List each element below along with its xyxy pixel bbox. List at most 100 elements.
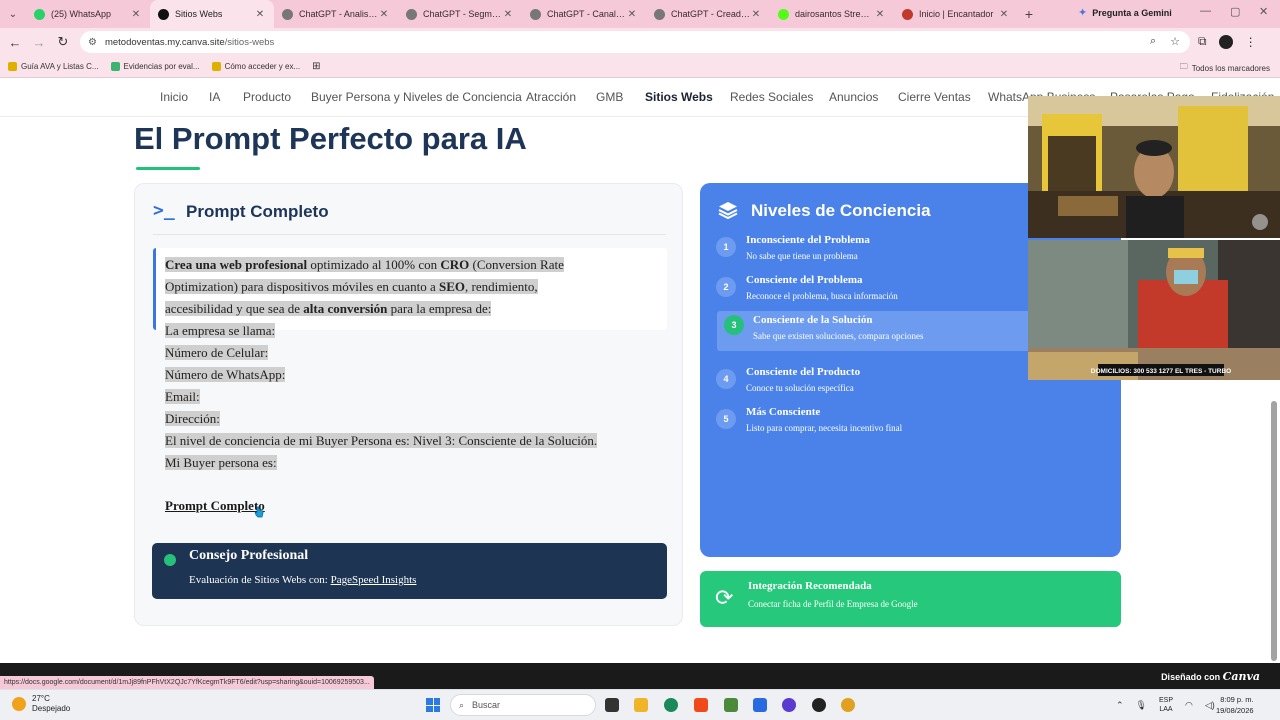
temperature: 27°C (32, 694, 50, 703)
hand-cursor-icon (254, 506, 264, 518)
menu-icon[interactable]: ⋮ (1245, 35, 1257, 49)
nav-item[interactable]: Inicio (160, 90, 188, 104)
volume-icon[interactable]: ◁) (1205, 700, 1215, 711)
level-number-badge: 3 (724, 315, 744, 335)
tab-close-icon[interactable]: ✕ (502, 9, 514, 20)
nav-item[interactable]: Cierre Ventas (898, 90, 971, 104)
tab-close-icon[interactable]: ✕ (750, 9, 762, 20)
browser-tab[interactable]: dairosantos Stream - ✕ (770, 0, 894, 28)
back-icon[interactable]: ← (3, 35, 27, 50)
prompt-bold: CRO (440, 257, 470, 272)
nav-item[interactable]: GMB (596, 90, 623, 104)
bookmark-star-icon[interactable]: ☆ (1170, 35, 1180, 48)
tip-text-label: Evaluación de Sitios Webs con: (189, 574, 331, 586)
prompt-text-part: para la empresa de: (387, 301, 492, 316)
nav-item[interactable]: Buyer Persona y Niveles de Conciencia (311, 90, 522, 104)
webcam-host-image (1028, 96, 1280, 238)
level-description: Listo para comprar, necesita incentivo f… (746, 423, 903, 433)
zoom-icon[interactable]: ⌕ (1150, 35, 1156, 48)
chevron-up-icon[interactable]: ⌃ (1116, 700, 1124, 711)
nav-item[interactable]: Anuncios (829, 90, 878, 104)
tab-close-icon[interactable]: ✕ (378, 9, 390, 20)
browser-tab[interactable]: Sitios Webs ✕ (150, 0, 274, 28)
app-icon[interactable] (812, 698, 826, 712)
browser-tab[interactable]: ChatGPT - Creador de✕ (646, 0, 770, 28)
task-view-icon[interactable] (605, 698, 619, 712)
obs-icon[interactable] (724, 698, 738, 712)
awareness-level[interactable]: 4 Consciente del Producto Conoce tu soluci… (716, 363, 1026, 401)
profile-avatar[interactable] (1218, 34, 1233, 49)
start-button[interactable] (426, 698, 440, 712)
brave-icon[interactable] (694, 698, 708, 712)
browser-tab[interactable]: ChatGPT - Analista de✕ (274, 0, 398, 28)
bookmark-item[interactable]: Cómo acceder y ex... (211, 62, 305, 71)
apps-grid-icon[interactable]: ⊞ (312, 61, 320, 72)
tab-search-icon[interactable]: ⌄ (0, 0, 26, 28)
prompt-complete-link[interactable]: Prompt Completo (165, 498, 265, 514)
brain-icon (164, 554, 176, 566)
prompt-text-part: , rendimiento, (465, 279, 538, 294)
tip-text: Evaluación de Sitios Webs con: PageSpeed… (189, 574, 416, 586)
awareness-level[interactable]: 5 Más Consciente Listo para comprar, neces… (716, 403, 1026, 441)
microphone-icon[interactable]: 🎙 (1136, 700, 1147, 711)
tab-close-icon[interactable]: ✕ (254, 9, 266, 20)
status-bar-url: https://docs.google.com/document/d/1mJj8… (0, 676, 374, 689)
integration-card[interactable]: ⟳ Integración Recomendada Conectar ficha… (700, 571, 1121, 627)
weather-widget[interactable]: 27°C Despejado (12, 694, 70, 714)
tab-title: dairosantos Stream - (795, 9, 874, 19)
browser-tab[interactable]: ChatGPT - Segmentac✕ (398, 0, 522, 28)
pagespeed-link[interactable]: PageSpeed Insights (331, 574, 417, 586)
nav-item[interactable]: Producto (243, 90, 291, 104)
bookmark-item[interactable]: Guía AVA y Listas C... (8, 62, 103, 71)
browser-tab[interactable]: ChatGPT - Canal Vent✕ (522, 0, 646, 28)
browser-tab[interactable]: Inicio | Encantador ✕ (894, 0, 1018, 28)
tab-favicon-icon (654, 8, 665, 20)
gemini-label: Pregunta a Gemini (1092, 7, 1172, 18)
app-icon[interactable] (753, 698, 767, 712)
language-indicator[interactable]: ESP LAA (1159, 696, 1173, 714)
awareness-level[interactable]: 3 Consciente de la Solución Sabe que exist… (717, 311, 1047, 351)
app-icon[interactable] (782, 698, 796, 712)
chrome-icon[interactable] (841, 698, 855, 712)
nav-item[interactable]: Redes Sociales (730, 90, 813, 104)
clock[interactable]: 8:09 p. m. 19/08/2026 (1216, 694, 1254, 716)
awareness-level[interactable]: 1 Inconsciente del Problema No sabe que ti… (716, 231, 1026, 269)
bookmark-item[interactable]: Evidencias por eval... (110, 62, 204, 71)
nav-item[interactable]: Atracción (526, 90, 576, 104)
tab-close-icon[interactable]: ✕ (874, 9, 886, 20)
file-explorer-icon[interactable] (634, 698, 648, 712)
nav-item[interactable]: Sitios Webs (645, 90, 713, 104)
site-info-icon[interactable]: ⚙ (88, 37, 97, 48)
tab-favicon-icon (158, 8, 169, 20)
all-bookmarks-button[interactable]: 🗀 Todos los marcadores (1180, 61, 1270, 75)
tab-close-icon[interactable]: ✕ (626, 9, 638, 20)
awareness-level[interactable]: 2 Consciente del Problema Reconoce el prob… (716, 271, 1026, 309)
taskbar-search[interactable]: ⌕ Buscar (450, 694, 596, 716)
wifi-icon[interactable]: ◠ (1185, 700, 1193, 711)
tab-close-icon[interactable]: ✕ (130, 9, 142, 20)
lang-layout: LAA (1159, 706, 1173, 713)
tab-close-icon[interactable]: ✕ (998, 9, 1010, 20)
close-window-icon[interactable]: ✕ (1259, 5, 1268, 18)
new-tab-button[interactable]: + (1018, 0, 1040, 28)
browser-tab[interactable]: (25) WhatsApp ✕ (26, 0, 150, 28)
prompt-text[interactable]: Crea una web profesional optimizado al 1… (165, 254, 635, 474)
browser-tab-bar: ⌄ (25) WhatsApp ✕ Sitios Webs ✕ ChatGPT - An… (0, 0, 1280, 28)
minimize-icon[interactable]: — (1200, 5, 1211, 17)
tab-title: (25) WhatsApp (51, 9, 112, 19)
prompt-field-line: El nivel de conciencia de mi Buyer Perso… (165, 433, 598, 448)
webcam-guest: DOMICILIOS: 300 533 1277 EL TRES - TURBO (1028, 240, 1280, 380)
edge-icon[interactable] (664, 698, 678, 712)
bookmark-icon (8, 62, 17, 71)
address-bar[interactable]: ⚙ metodoventas.my.canva.site/sitios-webs… (80, 31, 1190, 53)
reload-icon[interactable]: ↻ (51, 34, 75, 50)
restore-icon[interactable]: ▢ (1230, 5, 1240, 18)
extensions-icon[interactable]: ⧉ (1198, 34, 1207, 49)
canva-badge[interactable]: Diseñado con Canva (1161, 670, 1260, 683)
gemini-button[interactable]: ✦ Pregunta a Gemini (1078, 6, 1172, 19)
level-number-badge: 4 (716, 369, 736, 389)
forward-icon[interactable]: → (27, 35, 51, 50)
nav-item[interactable]: IA (209, 90, 220, 104)
level-title: Consciente de la Solución (753, 314, 873, 326)
page-scrollbar[interactable] (1271, 401, 1277, 661)
